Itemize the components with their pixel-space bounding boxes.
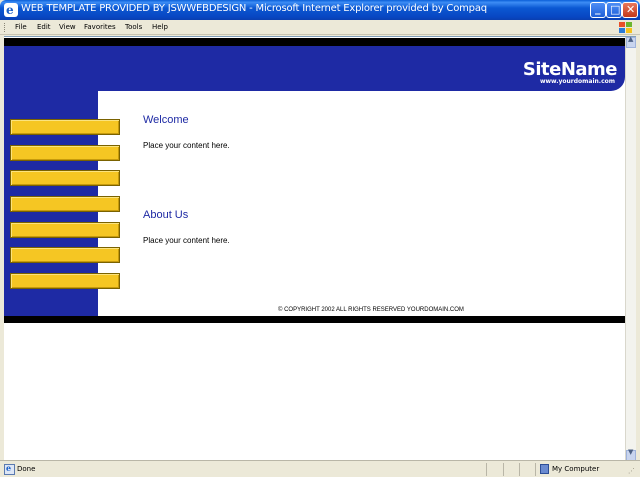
menu-help[interactable]: Help xyxy=(152,23,168,31)
page-viewport: SiteName www.yourdomain.com Welcome Plac… xyxy=(4,35,636,461)
status-text: Done xyxy=(17,465,36,473)
arrow-up-icon: ▲ xyxy=(628,35,634,43)
menu-favorites[interactable]: Favorites xyxy=(84,23,116,31)
site-name: SiteName xyxy=(522,59,618,80)
browser-window: e WEB TEMPLATE PROVIDED BY JSWWEBDESIGN … xyxy=(0,0,640,477)
vertical-scrollbar[interactable]: ▲ ▼ xyxy=(625,35,636,461)
security-zone: My Computer xyxy=(552,465,600,473)
status-divider xyxy=(486,463,487,476)
site-header: SiteName www.yourdomain.com xyxy=(4,46,625,91)
toolbar-grip[interactable] xyxy=(4,23,6,32)
windows-flag-icon xyxy=(618,21,632,34)
welcome-text: Place your content here. xyxy=(143,141,230,150)
status-divider xyxy=(535,463,536,476)
title-bar[interactable]: e WEB TEMPLATE PROVIDED BY JSWWEBDESIGN … xyxy=(0,0,640,20)
nav-button-6[interactable] xyxy=(10,247,120,263)
menu-tools[interactable]: Tools xyxy=(125,23,142,31)
nav-button-7[interactable] xyxy=(10,273,120,289)
menu-bar: File Edit View Favorites Tools Help xyxy=(0,20,640,35)
nav-button-1[interactable] xyxy=(10,119,120,135)
copyright-text: © COPYRIGHT 2002 ALL RIGHTS RESERVED YOU… xyxy=(278,307,464,313)
my-computer-icon xyxy=(540,464,549,474)
minimize-button[interactable]: _ xyxy=(590,2,606,18)
menu-file[interactable]: File xyxy=(15,23,27,31)
nav-button-5[interactable] xyxy=(10,222,120,238)
menu-edit[interactable]: Edit xyxy=(37,23,51,31)
window-title: WEB TEMPLATE PROVIDED BY JSWWEBDESIGN - … xyxy=(21,3,487,14)
close-button[interactable]: ✕ xyxy=(622,2,638,18)
site-url: www.yourdomain.com xyxy=(539,78,615,85)
status-bar: e Done My Computer ⋰ xyxy=(0,460,640,477)
about-heading: About Us xyxy=(143,209,189,221)
about-text: Place your content here. xyxy=(143,236,230,245)
top-black-bar xyxy=(4,38,625,46)
page-done-icon: e xyxy=(4,463,15,475)
scroll-up-button[interactable]: ▲ xyxy=(626,35,636,48)
nav-button-2[interactable] xyxy=(10,145,120,161)
resize-grip-icon[interactable]: ⋰ xyxy=(628,467,635,475)
status-divider xyxy=(519,463,520,476)
maximize-button[interactable]: □ xyxy=(606,2,622,18)
status-divider xyxy=(503,463,504,476)
menu-view[interactable]: View xyxy=(59,23,76,31)
ie-logo-icon: e xyxy=(4,3,18,17)
nav-button-3[interactable] xyxy=(10,170,120,186)
bottom-black-bar xyxy=(4,316,625,323)
arrow-down-icon: ▼ xyxy=(628,448,634,456)
welcome-heading: Welcome xyxy=(143,114,189,126)
nav-button-4[interactable] xyxy=(10,196,120,212)
